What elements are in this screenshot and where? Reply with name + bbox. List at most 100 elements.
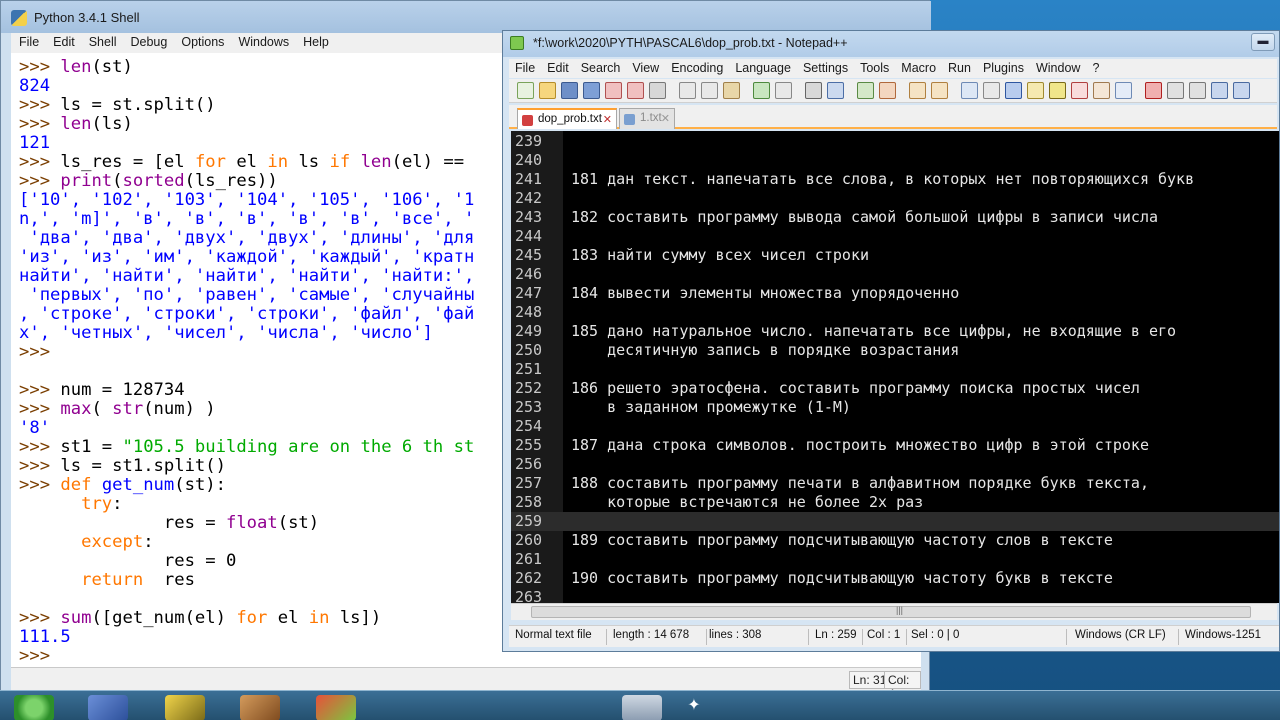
npp-menu-macro[interactable]: Macro: [895, 59, 942, 75]
virtualbox-icon[interactable]: [88, 695, 128, 720]
indent-guide-icon[interactable]: [1005, 82, 1022, 99]
editor-line[interactable]: 252 186 решето эратосфена. составить прог…: [511, 379, 1279, 398]
zoom-in-icon[interactable]: [857, 82, 874, 99]
tab-1-txt[interactable]: 1.txt ✕: [619, 108, 675, 129]
function-list-icon[interactable]: [1071, 82, 1088, 99]
idle-menu-file[interactable]: File: [11, 33, 45, 49]
shell-line: return res: [19, 571, 474, 590]
stop-macro-icon[interactable]: [1167, 82, 1184, 99]
open-file-icon[interactable]: [539, 82, 556, 99]
editor-line[interactable]: 250 десятичную запись в порядке возраста…: [511, 341, 1279, 360]
editor-line[interactable]: 245 183 найти сумму всех чисел строки: [511, 246, 1279, 265]
npp-menu-edit[interactable]: Edit: [541, 59, 575, 75]
save-macro-icon[interactable]: [1233, 82, 1250, 99]
undo-icon[interactable]: [753, 82, 770, 99]
editor-line[interactable]: 260 189 составить программу подсчитывающу…: [511, 531, 1279, 550]
npp-menu-plugins[interactable]: Plugins: [977, 59, 1030, 75]
cut-icon[interactable]: [679, 82, 696, 99]
editor-line[interactable]: 263: [511, 588, 1279, 603]
find-icon[interactable]: [805, 82, 822, 99]
redo-icon[interactable]: [775, 82, 792, 99]
tab-dop-prob[interactable]: dop_prob.txt ✕: [517, 108, 617, 129]
idle-title-bar[interactable]: Python 3.4.1 Shell: [1, 1, 931, 33]
tab-close-icon[interactable]: ✕: [603, 113, 612, 126]
idle-menu-shell[interactable]: Shell: [81, 33, 123, 49]
editor-line[interactable]: 254: [511, 417, 1279, 436]
editor-line[interactable]: 259: [511, 512, 1279, 531]
editor-line[interactable]: 248: [511, 303, 1279, 322]
status-ln: Ln : 259: [813, 629, 863, 645]
npp-menu-tools[interactable]: Tools: [854, 59, 895, 75]
editor-line[interactable]: 257 188 составить программу печати в алфа…: [511, 474, 1279, 493]
npp-menu-view[interactable]: View: [626, 59, 665, 75]
idle-menu-windows[interactable]: Windows: [230, 33, 295, 49]
tab-close-icon[interactable]: ✕: [661, 112, 670, 125]
show-all-chars-icon[interactable]: [983, 82, 1000, 99]
idle-menu-help[interactable]: Help: [295, 33, 335, 49]
sync-h-icon[interactable]: [931, 82, 948, 99]
npp-menu-language[interactable]: Language: [729, 59, 797, 75]
editor-line[interactable]: 251: [511, 360, 1279, 379]
zoom-out-icon[interactable]: [879, 82, 896, 99]
save-all-icon[interactable]: [583, 82, 600, 99]
replace-icon[interactable]: [827, 82, 844, 99]
scrollbar-thumb[interactable]: [531, 606, 1251, 618]
npp-editor[interactable]: 239 240 241 181 дан текст. напечатать все с…: [511, 131, 1279, 603]
npp-menu-settings[interactable]: Settings: [797, 59, 854, 75]
npp-menu-file[interactable]: File: [509, 59, 541, 75]
shell-token: x', 'четных', 'чисел', 'числа', 'число']: [19, 323, 433, 343]
editor-line[interactable]: 255 187 дана строка символов. построить м…: [511, 436, 1279, 455]
shell-token: (num) ): [143, 399, 216, 419]
close-file-icon[interactable]: [605, 82, 622, 99]
shell-line: 'из', 'из', 'им', 'каждой', 'каждый', 'к…: [19, 248, 474, 267]
editor-line[interactable]: 241 181 дан текст. напечатать все слова, …: [511, 170, 1279, 189]
record-macro-icon[interactable]: [1145, 82, 1162, 99]
print-icon[interactable]: [649, 82, 666, 99]
lang-udl-icon[interactable]: [1027, 82, 1044, 99]
idle-menu-debug[interactable]: Debug: [123, 33, 174, 49]
chest-app-icon[interactable]: [240, 695, 280, 720]
play-macro-icon[interactable]: [1189, 82, 1206, 99]
start-button-icon[interactable]: [14, 695, 54, 720]
shell-token: ls = st.split(): [60, 95, 216, 115]
npp-menu-help[interactable]: ?: [1086, 59, 1105, 75]
horizontal-scrollbar[interactable]: |||: [511, 603, 1277, 620]
idle-menu-edit[interactable]: Edit: [45, 33, 81, 49]
text-app-icon[interactable]: [622, 695, 662, 720]
editor-line[interactable]: 243 182 составить программу вывода самой …: [511, 208, 1279, 227]
editor-line[interactable]: 239: [511, 132, 1279, 151]
editor-line[interactable]: 253 в заданном промежутке (1-M): [511, 398, 1279, 417]
new-file-icon[interactable]: [517, 82, 534, 99]
status-file-type: Normal text file: [513, 629, 607, 645]
monitoring-icon[interactable]: [1115, 82, 1132, 99]
word-wrap-icon[interactable]: [961, 82, 978, 99]
sync-v-icon[interactable]: [909, 82, 926, 99]
editor-line[interactable]: 247 184 вывести элементы множества упоряд…: [511, 284, 1279, 303]
editor-line[interactable]: 242: [511, 189, 1279, 208]
editor-line[interactable]: 261: [511, 550, 1279, 569]
npp-menu-search[interactable]: Search: [575, 59, 627, 75]
npp-menu-encoding[interactable]: Encoding: [665, 59, 729, 75]
editor-line[interactable]: 258 которые встречаются не более 2х раз: [511, 493, 1279, 512]
doc-map-icon[interactable]: [1049, 82, 1066, 99]
editor-line[interactable]: 246: [511, 265, 1279, 284]
npp-menu-run[interactable]: Run: [942, 59, 977, 75]
pascal-icon[interactable]: [165, 695, 205, 720]
editor-line[interactable]: 249 185 дано натуральное число. напечатат…: [511, 322, 1279, 341]
paste-icon[interactable]: [723, 82, 740, 99]
editor-line[interactable]: 262 190 составить программу подсчитывающу…: [511, 569, 1279, 588]
close-all-icon[interactable]: [627, 82, 644, 99]
checkmark-app-icon[interactable]: [316, 695, 356, 720]
folder-workspace-icon[interactable]: [1093, 82, 1110, 99]
npp-title-bar[interactable]: *f:\work\2020\PYTH\PASCAL6\dop_prob.txt …: [503, 31, 1279, 57]
editor-line[interactable]: 240: [511, 151, 1279, 170]
npp-menu-window[interactable]: Window: [1030, 59, 1086, 75]
save-icon[interactable]: [561, 82, 578, 99]
copy-icon[interactable]: [701, 82, 718, 99]
sparkle-icon[interactable]: ✦: [680, 695, 708, 720]
idle-menu-options[interactable]: Options: [173, 33, 230, 49]
run-macro-multiple-icon[interactable]: [1211, 82, 1228, 99]
editor-line[interactable]: 256: [511, 455, 1279, 474]
editor-line[interactable]: 244: [511, 227, 1279, 246]
minimize-button[interactable]: ▬: [1251, 33, 1275, 51]
